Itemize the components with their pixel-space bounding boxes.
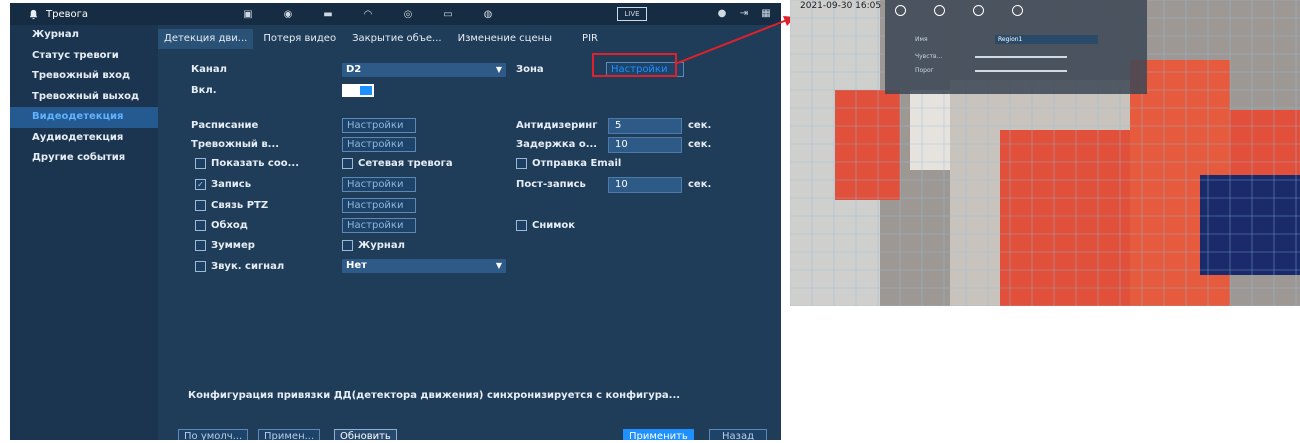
record-checkbox[interactable]: ✓ Запись bbox=[195, 179, 251, 190]
sound-checkbox[interactable]: Звук. сигнал bbox=[195, 261, 284, 272]
schedule-label: Расписание bbox=[191, 120, 259, 131]
osd-datetime: 2021-09-30 16:05 bbox=[800, 1, 882, 11]
monitor-icon[interactable]: ▭ bbox=[441, 8, 455, 20]
zone-highlight-box bbox=[592, 53, 677, 77]
alarm-out-settings-button[interactable]: Настройки bbox=[342, 137, 416, 152]
channel-select[interactable]: D2 ▼ bbox=[342, 63, 506, 77]
settings-icon[interactable]: ◎ bbox=[401, 8, 415, 20]
app-title: Тревога bbox=[10, 9, 208, 20]
audio-icon[interactable]: ◍ bbox=[481, 8, 495, 20]
net-alarm-checkbox[interactable]: Сетевая тревога bbox=[342, 158, 453, 169]
tour-checkbox[interactable]: Обход bbox=[195, 220, 248, 231]
sidebar: Журнал Статус тревоги Тревожный вход Тре… bbox=[10, 25, 158, 440]
pointer-arrow bbox=[675, 16, 795, 65]
back-button[interactable]: Назад bbox=[709, 429, 768, 440]
sensitivity-slider[interactable] bbox=[975, 56, 1067, 58]
delay-unit: сек. bbox=[688, 139, 712, 150]
threshold-label: Порог bbox=[915, 67, 934, 74]
region1-dot[interactable] bbox=[895, 5, 906, 16]
folder-icon[interactable]: ▬ bbox=[321, 8, 335, 20]
delay-input[interactable]: 10 bbox=[608, 137, 682, 153]
chevron-down-icon: ▼ bbox=[495, 261, 502, 270]
record-settings-button[interactable]: Настройки bbox=[342, 177, 416, 192]
sound-select[interactable]: Нет ▼ bbox=[342, 259, 506, 273]
default-button[interactable]: По умолч... bbox=[178, 429, 249, 440]
sidebar-item-video-detection[interactable]: Видеодетекция bbox=[10, 107, 158, 128]
tab-motion-detection[interactable]: Детекция дви... bbox=[158, 29, 254, 49]
channel-icon[interactable]: ▣ bbox=[241, 8, 255, 20]
region-name-input[interactable]: Region1 bbox=[995, 35, 1098, 44]
refresh-button[interactable]: Обновить bbox=[334, 429, 397, 440]
tab-tampering[interactable]: Закрытие объе... bbox=[346, 29, 448, 49]
sidebar-item-other-events[interactable]: Другие события bbox=[10, 148, 158, 169]
send-email-checkbox[interactable]: Отправка Email bbox=[516, 158, 621, 169]
tab-pir[interactable]: PIR bbox=[576, 29, 604, 49]
threshold-slider[interactable] bbox=[975, 70, 1067, 72]
snapshot-checkbox[interactable]: Снимок bbox=[516, 220, 575, 231]
top-bar: Тревога ▣ ◉ ▬ ◠ ◎ ▭ ◍ LIVE ● ⇥ ▦ bbox=[10, 3, 781, 25]
main-panel: Детекция дви... Потеря видео Закрытие об… bbox=[158, 25, 781, 440]
schedule-settings-button[interactable]: Настройки bbox=[342, 118, 416, 133]
check-icon: ✓ bbox=[195, 179, 206, 190]
region3-dot[interactable] bbox=[973, 5, 984, 16]
ptz-settings-button[interactable]: Настройки bbox=[342, 198, 416, 213]
antidither-input[interactable]: 5 bbox=[608, 118, 682, 134]
info-text: Конфигурация привязки ДД(детектора движе… bbox=[188, 390, 681, 401]
delay-label: Задержка о... bbox=[516, 139, 598, 150]
sidebar-item-alarm-input[interactable]: Тревожный вход bbox=[10, 66, 158, 87]
buzzer-checkbox[interactable]: Зуммер bbox=[195, 240, 255, 251]
tab-video-loss[interactable]: Потеря видео bbox=[257, 29, 342, 49]
show-message-checkbox[interactable]: Показать соо... bbox=[195, 158, 299, 169]
sensitivity-label: Чувств... bbox=[915, 53, 943, 60]
channel-label: Канал bbox=[191, 64, 227, 75]
speed-icon[interactable]: ◠ bbox=[361, 8, 375, 20]
enable-toggle[interactable] bbox=[342, 84, 374, 97]
apply-copy-button[interactable]: Примен... bbox=[258, 429, 321, 440]
live-button[interactable]: LIVE bbox=[617, 7, 647, 21]
sidebar-item-alarm-output[interactable]: Тревожный выход bbox=[10, 87, 158, 108]
sidebar-item-log[interactable]: Журнал bbox=[10, 25, 158, 46]
apply-button[interactable]: Применить bbox=[623, 429, 694, 440]
region4-dot[interactable] bbox=[1012, 5, 1023, 16]
post-record-unit: сек. bbox=[688, 179, 712, 190]
name-label: Имя bbox=[915, 36, 928, 43]
antidither-label: Антидизеринг bbox=[516, 120, 598, 131]
zone-label: Зона bbox=[516, 64, 544, 75]
record-icon[interactable]: ◉ bbox=[281, 8, 295, 20]
antidither-unit: сек. bbox=[688, 120, 712, 131]
tab-bar: Детекция дви... Потеря видео Закрытие об… bbox=[158, 25, 608, 53]
region2-dot[interactable] bbox=[934, 5, 945, 16]
sidebar-item-audio-detection[interactable]: Аудиодетекция bbox=[10, 128, 158, 149]
post-record-label: Пост-запись bbox=[516, 179, 586, 190]
region-settings-panel: Имя Region1 Чувств... Порог bbox=[885, 0, 1147, 94]
tab-scene-change[interactable]: Изменение сцены bbox=[452, 29, 558, 49]
alarm-out-label: Тревожный в... bbox=[191, 139, 280, 150]
log-checkbox[interactable]: Журнал bbox=[342, 240, 405, 251]
sidebar-item-alarm-status[interactable]: Статус тревоги bbox=[10, 46, 158, 67]
ptz-checkbox[interactable]: Связь PTZ bbox=[195, 200, 268, 211]
chevron-down-icon: ▼ bbox=[495, 65, 502, 74]
enable-label: Вкл. bbox=[191, 85, 217, 96]
post-record-input[interactable]: 10 bbox=[608, 177, 682, 193]
tour-settings-button[interactable]: Настройки bbox=[342, 218, 416, 233]
alarm-bell-icon bbox=[29, 9, 38, 19]
